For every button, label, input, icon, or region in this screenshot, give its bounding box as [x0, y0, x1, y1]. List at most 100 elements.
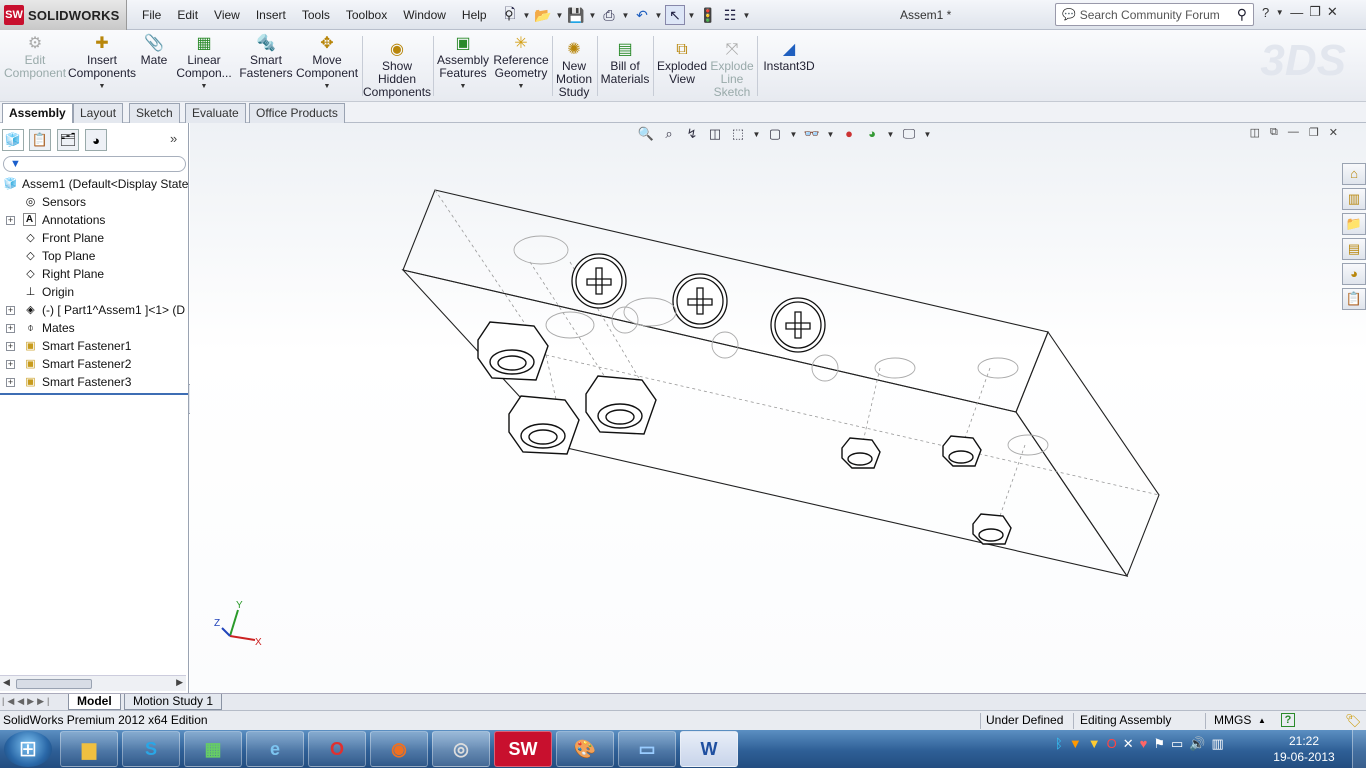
show-hidden-components-button[interactable]: ◉ Show Hidden Components [363, 40, 431, 99]
edit-appearance-icon[interactable]: ● [840, 125, 858, 143]
view-orientation-icon[interactable]: ⬚ [729, 125, 747, 143]
file-properties-icon[interactable]: ☷ [720, 5, 740, 25]
exploded-view-button[interactable]: ⧉ Exploded View [656, 40, 708, 86]
graphics-area[interactable]: Y X Z 🔍 ⌕ ↯ ◫ ⬚ ▼ ▢ ▼ 👓 ▼ ● ◕ ▼ 🖵 ▼ ◫ ⧉ — ❐ ✕… [190, 123, 1366, 693]
feature-manager-tree-icon[interactable]: 🧊 [2, 129, 24, 151]
search-icon[interactable]: ⚲ [1237, 6, 1247, 23]
help-dropdown-arrow-icon[interactable]: ▼ [1275, 8, 1284, 17]
menu-help[interactable]: Help [454, 8, 495, 22]
security-shield-icon[interactable]: ▼ [1088, 736, 1101, 752]
tree-expand-icon[interactable]: + [6, 360, 15, 369]
tag-icon[interactable]: 🏷 [1345, 711, 1362, 730]
bill-of-materials-button[interactable]: ▤ Bill of Materials [600, 40, 650, 86]
taskbar-task-manager[interactable]: ▦ [184, 731, 242, 767]
viewport-split-icon[interactable]: ◫ [1250, 126, 1260, 139]
view-settings-icon[interactable]: 🖵 [900, 125, 918, 143]
tab-sketch[interactable]: Sketch [129, 103, 180, 123]
zoom-to-area-icon[interactable]: ⌕ [660, 125, 678, 143]
taskbar-solidworks[interactable]: SW [494, 731, 552, 767]
tree-filter-input[interactable]: ▼ [3, 156, 186, 172]
open-folder-icon[interactable]: 📂 [533, 5, 553, 25]
minimize-icon[interactable]: — [1290, 5, 1303, 20]
save-icon[interactable]: 💾 [566, 5, 586, 25]
undo-icon[interactable]: ↶ [632, 5, 652, 25]
tree-expand-icon[interactable]: + [6, 306, 15, 315]
hide-show-dropdown-icon[interactable]: ▼ [826, 130, 835, 139]
new-dropdown-arrow-icon[interactable]: ▼ [522, 11, 531, 20]
monitor-icon[interactable]: ▭ [1171, 736, 1183, 752]
zoom-to-fit-icon[interactable]: 🔍 [637, 125, 655, 143]
network-warning-icon[interactable]: ✕ [1123, 736, 1134, 752]
taskbar-opera[interactable]: O [308, 731, 366, 767]
property-manager-icon[interactable]: 📋 [29, 129, 51, 151]
tree-item[interactable]: ◎ Sensors [0, 193, 189, 211]
scrollbar-thumb[interactable] [16, 679, 92, 689]
taskbar-skype[interactable]: S [122, 731, 180, 767]
apply-scene-dropdown-icon[interactable]: ▼ [886, 130, 895, 139]
taskbar-chrome[interactable]: ◎ [432, 731, 490, 767]
volume-icon[interactable]: 🔊 [1189, 736, 1205, 752]
tree-item[interactable]: + A Annotations [0, 211, 189, 229]
tree-item[interactable]: ◇ Top Plane [0, 247, 189, 265]
reference-geometry-button[interactable]: ✳ Reference Geometry ▼ [492, 34, 550, 93]
start-button[interactable]: ⊞ [4, 731, 52, 767]
tree-item[interactable]: + ▣ Smart Fastener3 [0, 373, 189, 391]
apply-scene-icon[interactable]: ◕ [863, 125, 881, 143]
linear-component-pattern-button[interactable]: ▦ Linear Compon... ▼ [174, 34, 234, 93]
tree-expand-icon[interactable]: + [6, 216, 15, 225]
display-style-dropdown-icon[interactable]: ▼ [789, 130, 798, 139]
design-library-icon[interactable]: ▥ [1342, 188, 1366, 210]
bluetooth-icon[interactable]: ᛒ [1055, 736, 1063, 752]
instant3d-button[interactable]: ◢ Instant3D [760, 40, 818, 73]
reference-geometry-dropdown-icon[interactable]: ▼ [518, 80, 525, 93]
display-style-icon[interactable]: ▢ [766, 125, 784, 143]
opera-tray-icon[interactable]: O [1107, 736, 1117, 752]
taskbar-file-explorer[interactable]: ▆ [60, 731, 118, 767]
help-icon[interactable]: ? [1262, 5, 1269, 20]
tree-item[interactable]: + ▣ Smart Fastener2 [0, 355, 189, 373]
tab-evaluate[interactable]: Evaluate [185, 103, 246, 123]
viewport-minimize-icon[interactable]: — [1288, 126, 1299, 139]
save-dropdown-arrow-icon[interactable]: ▼ [588, 11, 597, 20]
edit-component-button[interactable]: ⚙ Edit Component [4, 34, 66, 80]
assembly-features-button[interactable]: ▣ Assembly Features ▼ [436, 34, 490, 93]
menu-tools[interactable]: Tools [294, 8, 338, 22]
move-component-dropdown-icon[interactable]: ▼ [324, 80, 331, 93]
open-dropdown-arrow-icon[interactable]: ▼ [555, 11, 564, 20]
configuration-manager-icon[interactable]: 🗂 [57, 129, 79, 151]
scroll-right-icon[interactable]: ▶ [176, 677, 183, 688]
menu-view[interactable]: View [206, 8, 248, 22]
tree-item[interactable]: ◇ Right Plane [0, 265, 189, 283]
tree-expand-icon[interactable]: + [6, 342, 15, 351]
tab-motion-study-1[interactable]: Motion Study 1 [124, 694, 223, 710]
tray-app-icon[interactable]: ▼ [1069, 736, 1082, 752]
search-community-forum-input[interactable]: 💬 Search Community Forum ⚲ [1055, 3, 1254, 26]
mate-button[interactable]: 📎 Mate [138, 34, 170, 67]
tree-item[interactable]: + ◈ (-) [ Part1^Assem1 ]<1> (D [0, 301, 189, 319]
menu-toolbox[interactable]: Toolbox [338, 8, 395, 22]
solidworks-logo[interactable]: SW SOLIDWORKS [0, 0, 127, 30]
taskbar-word[interactable]: W [680, 731, 738, 767]
show-desktop-button[interactable] [1352, 730, 1366, 768]
previous-view-icon[interactable]: ↯ [683, 125, 701, 143]
close-icon[interactable]: ✕ [1327, 4, 1338, 20]
viewport-link-icon[interactable]: ⧉ [1270, 126, 1278, 139]
menu-file[interactable]: File [134, 8, 169, 22]
viewport-close-icon[interactable]: ✕ [1329, 126, 1338, 139]
tab-model[interactable]: Model [68, 694, 121, 710]
network-icon[interactable]: ▥ [1211, 736, 1223, 752]
new-document-icon[interactable]: 🗋 [500, 5, 520, 25]
section-view-icon[interactable]: ◫ [706, 125, 724, 143]
tab-layout[interactable]: Layout [73, 103, 124, 123]
move-component-button[interactable]: ✥ Move Component ▼ [296, 34, 358, 93]
taskbar-firefox[interactable]: ◉ [370, 731, 428, 767]
select-dropdown-arrow-icon[interactable]: ▼ [687, 11, 696, 20]
taskbar-photo-viewer[interactable]: ▭ [618, 731, 676, 767]
custom-properties-icon[interactable]: 📋 [1342, 288, 1366, 310]
expand-panel-chevron-icon[interactable]: » [170, 131, 177, 146]
view-orientation-dropdown-icon[interactable]: ▼ [752, 130, 761, 139]
tree-expand-icon[interactable]: + [6, 324, 15, 333]
tree-item[interactable]: 🧊 Assem1 (Default<Display State [0, 175, 189, 193]
taskbar-clock[interactable]: 21:22 19-06-2013 [1272, 733, 1336, 765]
print-icon[interactable]: ⎙ [599, 5, 619, 25]
